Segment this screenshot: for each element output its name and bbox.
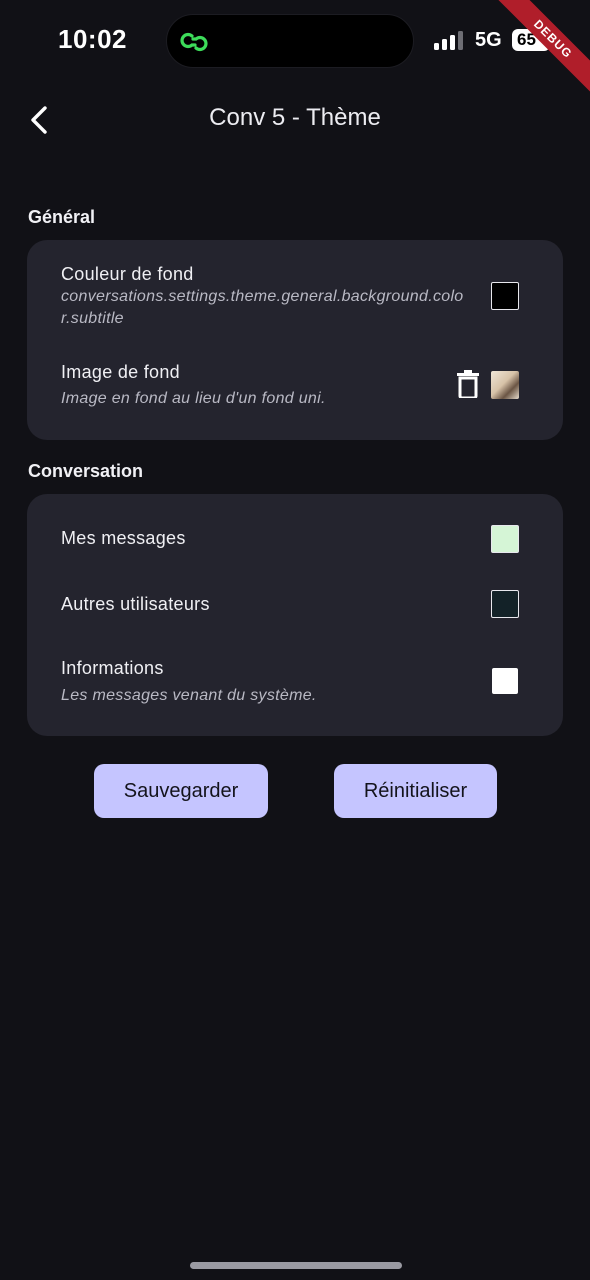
background-color-swatch[interactable] xyxy=(491,282,519,310)
other-users-setting[interactable]: Autres utilisateurs xyxy=(27,570,563,636)
my-messages-label: Mes messages xyxy=(61,528,186,548)
information-setting[interactable]: Informations Les messages venant du syst… xyxy=(27,636,563,736)
background-color-label: Couleur de fond xyxy=(61,264,194,284)
reset-button[interactable]: Réinitialiser xyxy=(334,764,497,818)
background-image-label: Image de fond xyxy=(61,362,180,382)
information-label: Informations xyxy=(61,658,164,678)
my-messages-color-swatch[interactable] xyxy=(491,525,519,553)
dynamic-island xyxy=(166,14,414,68)
trash-icon[interactable] xyxy=(456,370,480,398)
other-users-color-swatch[interactable] xyxy=(491,590,519,618)
network-label: 5G xyxy=(475,29,502,51)
my-messages-setting[interactable]: Mes messages xyxy=(27,494,563,570)
save-button[interactable]: Sauvegarder xyxy=(94,764,268,818)
conversation-settings-card: Mes messages Autres utilisateurs Informa… xyxy=(27,494,563,736)
information-color-swatch[interactable] xyxy=(492,668,518,694)
status-time: 10:02 xyxy=(58,24,127,54)
section-title-general: Général xyxy=(28,207,96,227)
home-indicator xyxy=(190,1262,402,1269)
general-settings-card: Couleur de fond conversations.settings.t… xyxy=(27,240,563,440)
background-image-thumbnail[interactable] xyxy=(491,371,519,399)
information-subtitle: Les messages venant du système. xyxy=(61,687,317,704)
other-users-label: Autres utilisateurs xyxy=(61,594,210,614)
theme-settings-screen: 10:02 5G 65 DEBUG Conv 5 - Thème Général… xyxy=(0,0,590,1280)
background-color-setting[interactable]: Couleur de fond conversations.settings.t… xyxy=(27,240,563,340)
background-image-setting[interactable]: Image de fond Image en fond au lieu d'un… xyxy=(27,340,563,440)
background-color-subtitle: conversations.settings.theme.general.bac… xyxy=(61,288,464,327)
page-title: Conv 5 - Thème xyxy=(209,104,381,131)
section-title-conversation: Conversation xyxy=(28,461,144,481)
link-icon xyxy=(180,32,208,52)
status-bar: 10:02 5G 65 DEBUG xyxy=(0,0,590,100)
background-image-subtitle: Image en fond au lieu d'un fond uni. xyxy=(61,390,326,407)
signal-icon xyxy=(434,31,463,50)
